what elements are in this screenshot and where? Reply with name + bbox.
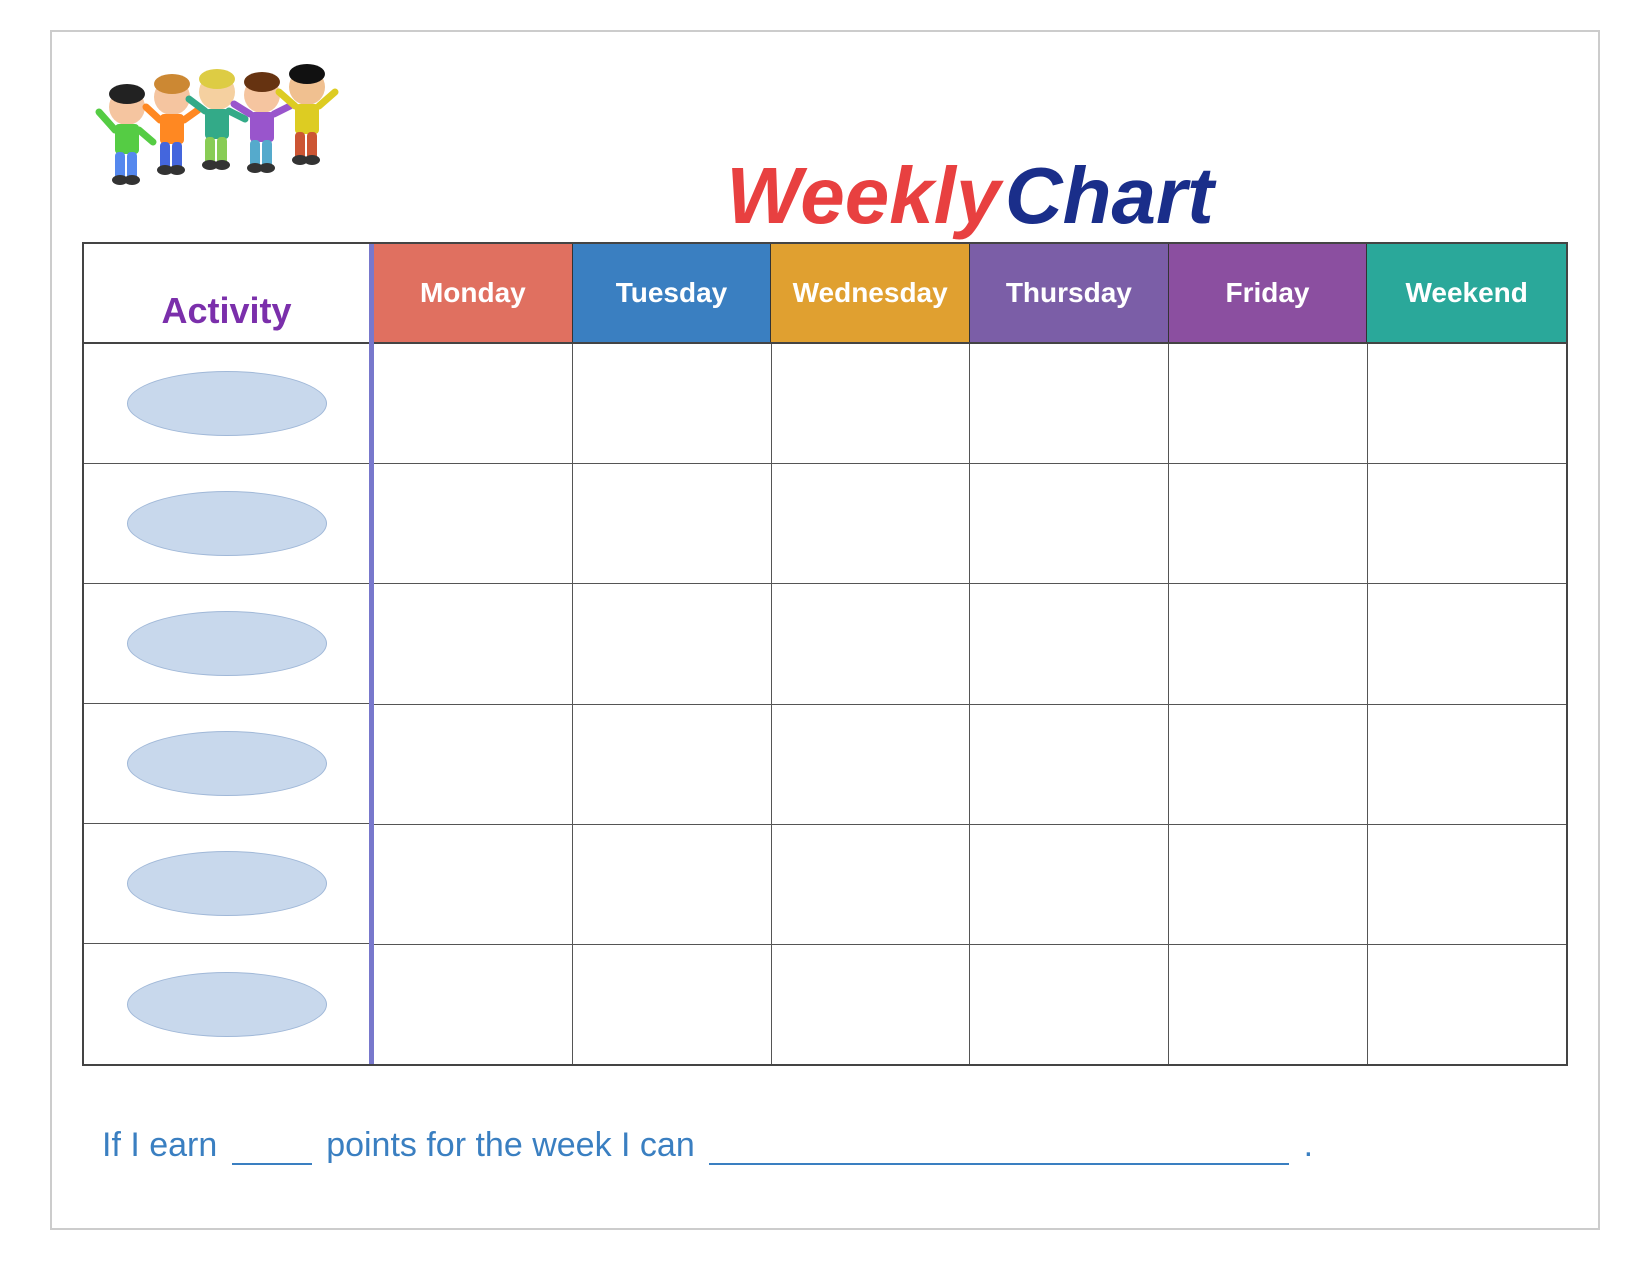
bottom-text-middle: points for the week I can xyxy=(326,1126,695,1164)
cell-3-tue[interactable] xyxy=(573,584,772,703)
activity-oval-2 xyxy=(127,491,327,556)
activity-oval-4 xyxy=(127,731,327,796)
cell-5-wkd[interactable] xyxy=(1368,825,1566,944)
cell-5-thu[interactable] xyxy=(970,825,1169,944)
activity-row-4 xyxy=(84,704,369,824)
cell-5-mon[interactable] xyxy=(374,825,573,944)
cell-5-fri[interactable] xyxy=(1169,825,1368,944)
chart-row-3 xyxy=(374,584,1566,704)
chart-row-4 xyxy=(374,705,1566,825)
page-container: Weekly Chart Activity xyxy=(50,30,1600,1230)
day-header-friday: Friday xyxy=(1169,244,1368,342)
cell-4-mon[interactable] xyxy=(374,705,573,824)
day-header-tuesday: Tuesday xyxy=(573,244,772,342)
page-title: Weekly Chart xyxy=(372,150,1568,242)
reward-blank[interactable] xyxy=(709,1163,1289,1165)
kids-illustration xyxy=(82,52,372,242)
cell-5-tue[interactable] xyxy=(573,825,772,944)
activity-label: Activity xyxy=(161,290,291,332)
activity-header: Activity xyxy=(84,244,369,344)
cell-1-tue[interactable] xyxy=(573,344,772,463)
bottom-text-before: If I earn xyxy=(102,1126,217,1164)
cell-2-wed[interactable] xyxy=(772,464,971,583)
points-blank[interactable] xyxy=(232,1163,312,1165)
cell-4-wkd[interactable] xyxy=(1368,705,1566,824)
activity-oval-6 xyxy=(127,972,327,1037)
cell-2-mon[interactable] xyxy=(374,464,573,583)
days-header: MondayTuesdayWednesdayThursdayFridayWeek… xyxy=(374,244,1566,344)
chart-row-2 xyxy=(374,464,1566,584)
cell-4-fri[interactable] xyxy=(1169,705,1368,824)
cell-1-wkd[interactable] xyxy=(1368,344,1566,463)
cell-2-wkd[interactable] xyxy=(1368,464,1566,583)
cell-3-mon[interactable] xyxy=(374,584,573,703)
activity-oval-1 xyxy=(127,371,327,436)
title-weekly: Weekly xyxy=(726,151,1000,240)
activity-rows xyxy=(84,344,369,1064)
day-header-thursday: Thursday xyxy=(970,244,1169,342)
cell-2-fri[interactable] xyxy=(1169,464,1368,583)
cell-3-fri[interactable] xyxy=(1169,584,1368,703)
cell-4-wed[interactable] xyxy=(772,705,971,824)
cell-1-fri[interactable] xyxy=(1169,344,1368,463)
cell-6-wed[interactable] xyxy=(772,945,971,1064)
cell-2-tue[interactable] xyxy=(573,464,772,583)
activity-column: Activity xyxy=(84,244,374,1064)
cell-1-mon[interactable] xyxy=(374,344,573,463)
cell-6-wkd[interactable] xyxy=(1368,945,1566,1064)
cell-3-wkd[interactable] xyxy=(1368,584,1566,703)
weekly-chart: Activity xyxy=(82,242,1568,1066)
activity-row-6 xyxy=(84,944,369,1064)
activity-row-1 xyxy=(84,344,369,464)
days-section: MondayTuesdayWednesdayThursdayFridayWeek… xyxy=(374,244,1566,1064)
chart-row-1 xyxy=(374,344,1566,464)
cell-3-thu[interactable] xyxy=(970,584,1169,703)
cell-6-fri[interactable] xyxy=(1169,945,1368,1064)
activity-row-2 xyxy=(84,464,369,584)
bottom-sentence: If I earn points for the week I can . xyxy=(82,1126,1568,1165)
bottom-period: . xyxy=(1304,1126,1313,1164)
chart-row-5 xyxy=(374,825,1566,945)
day-header-weekend: Weekend xyxy=(1367,244,1566,342)
cell-2-thu[interactable] xyxy=(970,464,1169,583)
chart-body xyxy=(374,344,1566,1064)
cell-5-wed[interactable] xyxy=(772,825,971,944)
cell-3-wed[interactable] xyxy=(772,584,971,703)
day-header-wednesday: Wednesday xyxy=(771,244,970,342)
activity-row-5 xyxy=(84,824,369,944)
cell-4-tue[interactable] xyxy=(573,705,772,824)
activity-oval-3 xyxy=(127,611,327,676)
cell-1-thu[interactable] xyxy=(970,344,1169,463)
day-header-monday: Monday xyxy=(374,244,573,342)
cell-4-thu[interactable] xyxy=(970,705,1169,824)
title-chart: Chart xyxy=(1005,151,1214,240)
cell-1-wed[interactable] xyxy=(772,344,971,463)
cell-6-mon[interactable] xyxy=(374,945,573,1064)
activity-oval-5 xyxy=(127,851,327,916)
chart-row-6 xyxy=(374,945,1566,1064)
activity-row-3 xyxy=(84,584,369,704)
cell-6-tue[interactable] xyxy=(573,945,772,1064)
cell-6-thu[interactable] xyxy=(970,945,1169,1064)
